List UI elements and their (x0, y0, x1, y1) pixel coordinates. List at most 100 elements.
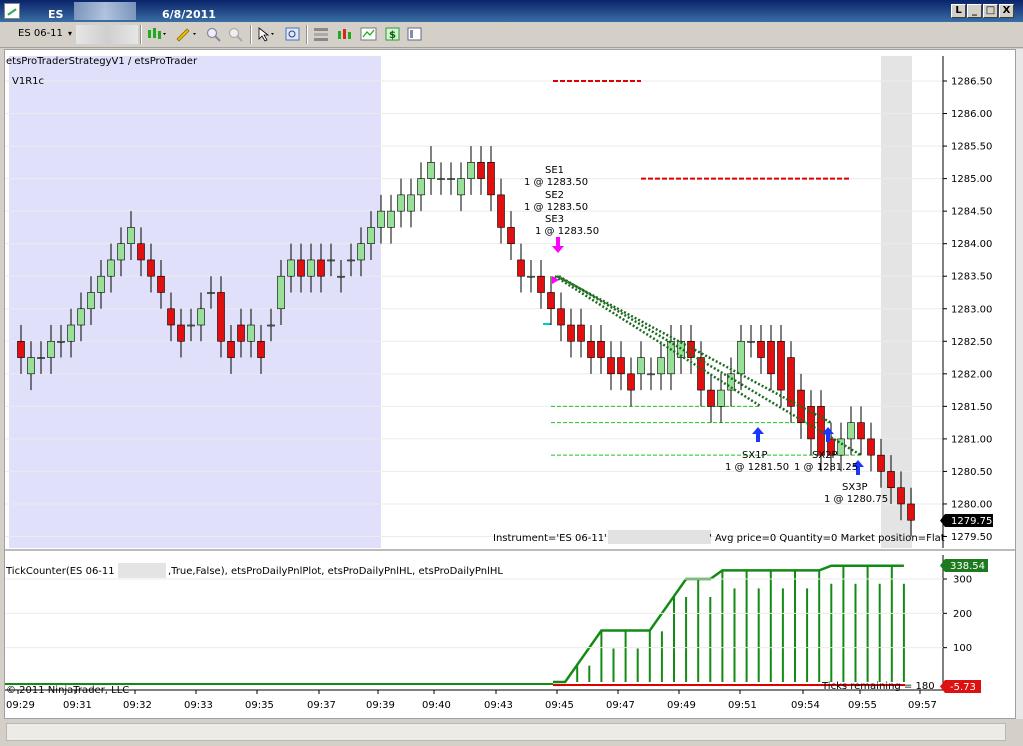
entry-detail-se1: 1 @ 1283.50 (524, 177, 588, 188)
candle-body-up (77, 308, 85, 326)
copyright-label: © 2011 NinjaTrader, LLC (6, 685, 129, 696)
redacted-account (74, 2, 136, 20)
pnl-tick-label: 300 (953, 575, 972, 586)
candle-body-up (327, 259, 335, 262)
indicator-label-start: TickCounter(ES 06-11 (5, 566, 115, 577)
candle-body-up (717, 389, 725, 407)
chart-toolbar: ES 06-11 ▾ $ (0, 22, 1023, 48)
time-tick-label: 09:43 (484, 700, 513, 711)
candle-body-down (587, 340, 595, 358)
candle-body-down (177, 324, 185, 342)
drawing-tool-icon[interactable] (174, 26, 198, 42)
candle-body-down (907, 503, 915, 521)
candle-body-up (527, 275, 535, 278)
candle-body-up (747, 340, 755, 343)
candle-body-up (197, 308, 205, 326)
candle-body-up (437, 178, 445, 180)
close-button[interactable]: X (999, 4, 1014, 18)
price-tick-label: 1285.00 (951, 174, 992, 185)
time-tick-label: 09:37 (307, 700, 336, 711)
candle-body-up (337, 275, 345, 278)
time-tick-label: 09:40 (422, 700, 451, 711)
time-tick-label: 09:55 (848, 700, 877, 711)
entry-detail-se2: 1 @ 1283.50 (524, 202, 588, 213)
candle-body-up (407, 194, 415, 212)
order-levels (543, 80, 861, 456)
vertical-scrollbar[interactable] (1016, 49, 1023, 719)
candle-body-up (47, 340, 55, 358)
price-tick-label: 1279.50 (951, 532, 992, 543)
candle-body-up (637, 357, 645, 375)
candle-body-down (477, 162, 485, 179)
cursor-icon[interactable] (256, 26, 278, 42)
price-tick-label: 1280.50 (951, 467, 992, 478)
session-shade-region (9, 56, 381, 548)
candle-body-up (457, 178, 465, 196)
data-series-icon[interactable] (406, 26, 424, 42)
window-date: 6/8/2011 (162, 8, 216, 21)
candle-body-up (397, 194, 405, 212)
price-tick-label: 1284.00 (951, 239, 992, 250)
candle-body-down (707, 389, 715, 407)
time-tick-label: 09:49 (667, 700, 696, 711)
candle-body-up (357, 243, 365, 261)
candle-body-down (757, 340, 765, 358)
scroll-track[interactable] (6, 723, 1006, 741)
price-tick-label: 1280.00 (951, 499, 992, 510)
price-tick-label: 1281.50 (951, 402, 992, 413)
data-box-icon[interactable] (284, 26, 302, 42)
entry-label-se3: SE3 (545, 214, 564, 225)
candle-body-up (267, 324, 275, 327)
pnl-tick-label: 100 (953, 643, 972, 654)
candle-body-down (157, 275, 165, 293)
candle-body-down (317, 259, 325, 277)
candle-body-down (237, 324, 245, 342)
candle-body-down (597, 340, 605, 358)
candle-body-down (857, 422, 865, 440)
candle-body-down (557, 308, 565, 326)
price-tick-label: 1282.50 (951, 337, 992, 348)
candle-body-up (447, 178, 455, 180)
price-tick-label: 1286.50 (951, 77, 992, 88)
trade-connector-line (558, 275, 862, 457)
candle-body-down (507, 227, 515, 244)
candle-body-down (297, 259, 305, 277)
candle-body-down (767, 340, 775, 375)
candle-body-up (847, 422, 855, 440)
candle-body-down (607, 357, 615, 375)
dollar-icon[interactable]: $ (384, 26, 402, 42)
indicators-icon[interactable] (336, 26, 354, 42)
minimize-button[interactable]: _ (967, 4, 982, 18)
candle-body-down (17, 340, 25, 358)
candle-body-up (27, 357, 35, 375)
redacted-account-status (608, 530, 711, 544)
candle-body-up (187, 324, 195, 327)
chart-app-icon (4, 3, 20, 19)
chart-canvas[interactable]: 1286.50 1286.00 1285.50 1285.00 1284.50 1284.… (5, 50, 1015, 718)
time-tick-label: 09:45 (545, 700, 574, 711)
candle-body-down (617, 357, 625, 375)
time-tick-label: 09:32 (123, 700, 152, 711)
exit-label-sx2p: SX2P (812, 450, 838, 461)
candle-body-down (487, 162, 495, 196)
candle-body-up (647, 373, 655, 376)
candle-body-up (377, 210, 385, 228)
chart-panel[interactable]: 1286.50 1286.00 1285.50 1285.00 1284.50 1284.… (4, 49, 1016, 719)
candle-body-down (257, 340, 265, 358)
zoom-out-icon[interactable] (227, 26, 245, 42)
entry-label-se1: SE1 (545, 165, 564, 176)
lock-button[interactable]: L (951, 4, 966, 18)
bar-type-icon[interactable] (146, 26, 168, 42)
time-tick-label: 09:47 (606, 700, 635, 711)
properties-icon[interactable] (312, 26, 330, 42)
strategies-icon[interactable] (360, 26, 378, 42)
zoom-in-icon[interactable] (205, 26, 223, 42)
maximize-button[interactable]: □ (983, 4, 998, 18)
candle-body-up (417, 178, 425, 196)
strategy-label: etsProTraderStrategyV1 / etsProTrader (6, 56, 198, 67)
candle-body-up (427, 162, 435, 179)
candle-body-up (57, 340, 65, 343)
price-tick-label: 1281.00 (951, 434, 992, 445)
horizontal-scrollbar[interactable] (0, 719, 1023, 746)
candle-body-down (887, 471, 895, 488)
